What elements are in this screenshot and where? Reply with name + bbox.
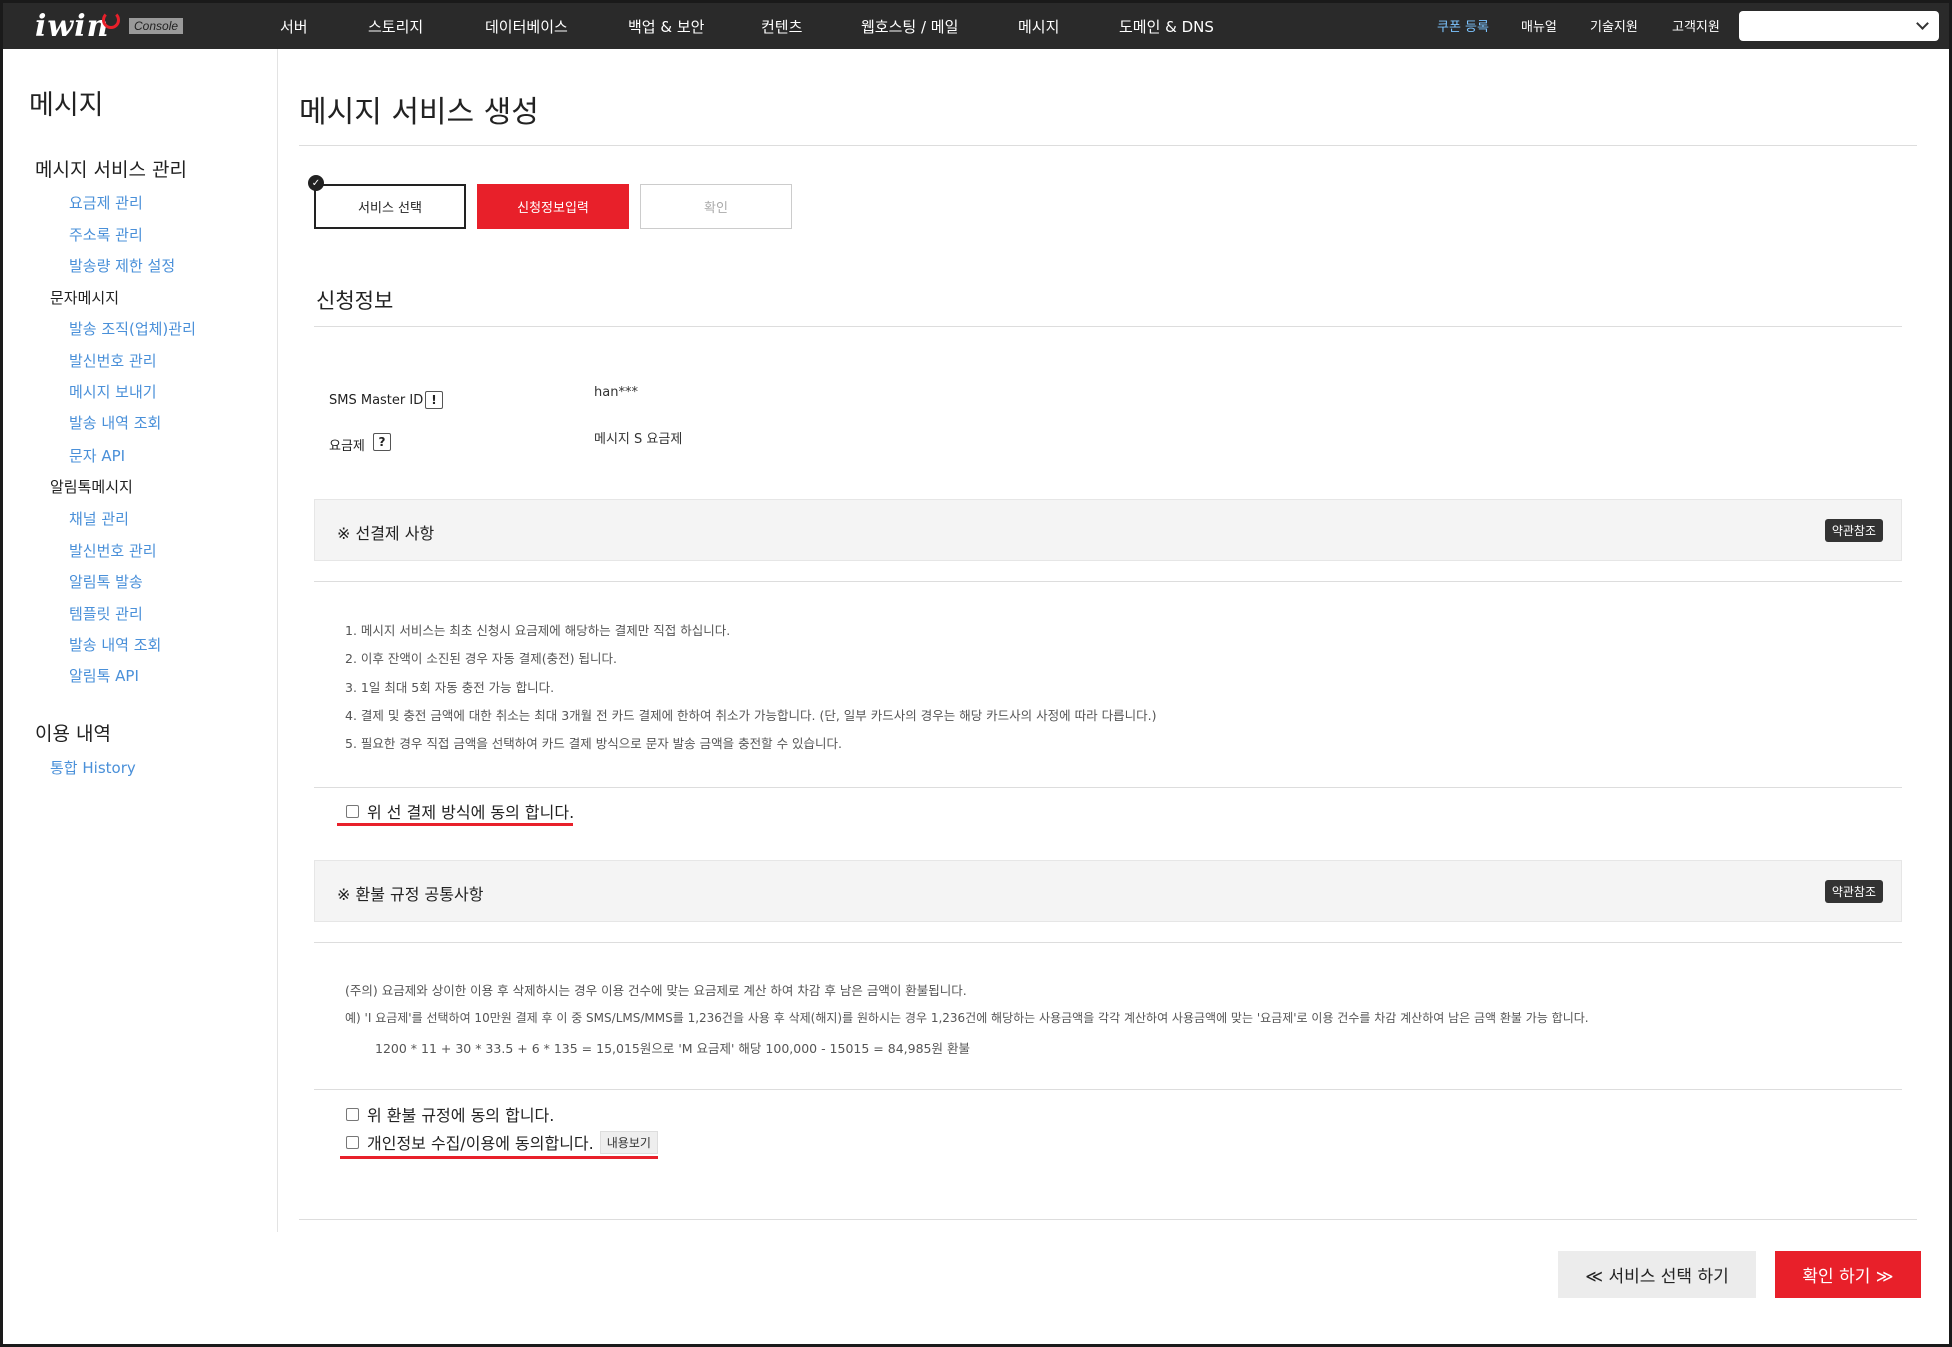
coupon-link[interactable]: 쿠폰 등록	[1437, 16, 1489, 35]
sidebar-item-send-limit[interactable]: 발송량 제한 설정	[69, 255, 175, 276]
sidebar-item-history[interactable]: 통합 History	[50, 757, 136, 778]
sms-master-id-value: han***	[594, 385, 638, 400]
tech-support-link[interactable]: 기술지원	[1590, 16, 1638, 35]
sidebar-sub-alimtalk: 알림톡메시지	[50, 478, 133, 496]
privacy-agree-label[interactable]: 개인정보 수집/이용에 동의합니다.	[367, 1130, 594, 1154]
menu-contents[interactable]: 컨텐츠	[761, 16, 802, 37]
refund-agree-checkbox[interactable]	[346, 1107, 359, 1121]
sidebar-item-sender-number[interactable]: 발신번호 관리	[69, 350, 157, 371]
sidebar-item-alimtalk-api[interactable]: 알림톡 API	[69, 665, 139, 686]
divider	[314, 581, 1902, 582]
refund-note-3: 1200 * 11 + 30 * 33.5 + 6 * 135 = 15,015…	[375, 1041, 970, 1056]
sidebar-group-usage[interactable]: 이용 내역	[35, 719, 111, 746]
refund-agree-label[interactable]: 위 환불 규정에 동의 합니다.	[367, 1102, 554, 1126]
chevron-down-icon	[1916, 17, 1929, 30]
sidebar-item-send-message[interactable]: 메시지 보내기	[69, 381, 157, 402]
logo-power-icon	[102, 11, 120, 29]
menu-database[interactable]: 데이터베이스	[485, 16, 568, 37]
page-title: 메시지 서비스 생성	[299, 95, 539, 130]
prepay-agree-checkbox[interactable]	[346, 804, 359, 818]
plan-value: 메시지 S 요금제	[594, 432, 683, 447]
prepay-note-4: 4. 결제 및 충전 금액에 대한 취소는 최대 3개월 전 카드 결제에 한하…	[345, 708, 1157, 723]
sidebar-sub-sms: 문자메시지	[50, 289, 120, 307]
divider	[314, 787, 1902, 788]
divider	[314, 326, 1902, 327]
back-to-service-select-button[interactable]: ≪ 서비스 선택 하기	[1558, 1251, 1756, 1298]
section-title: 신청정보	[316, 289, 394, 313]
refund-note-1: (주의) 요금제와 상이한 이용 후 삭제하시는 경우 이용 건수에 맞는 요금…	[345, 983, 967, 998]
account-select[interactable]	[1739, 11, 1939, 41]
info-icon[interactable]: !	[425, 391, 443, 409]
sidebar: 메시지 메시지 서비스 관리 요금제 관리 주소록 관리 발송량 제한 설정 문…	[3, 49, 278, 1232]
step-confirm[interactable]: 확인	[640, 184, 792, 229]
refund-header: ※ 환불 규정 공통사항 약관참조	[314, 860, 1902, 922]
help-icon[interactable]: ?	[373, 433, 391, 451]
refund-note-2: 예) 'I 요금제'를 선택하여 10만원 결제 후 이 중 SMS/LMS/M…	[345, 1011, 1589, 1025]
sidebar-title: 메시지	[29, 90, 104, 121]
top-navigation-bar: iwin Console 서버 스토리지 데이터베이스 백업 & 보안 컨텐츠 …	[3, 3, 1949, 49]
prepay-agree-row[interactable]: 위 선 결제 방식에 동의 합니다.	[346, 799, 574, 823]
highlight-underline	[337, 823, 573, 826]
iwin-logo[interactable]: iwin	[35, 9, 109, 44]
menu-domain-dns[interactable]: 도메인 & DNS	[1119, 16, 1214, 37]
divider	[299, 145, 1917, 146]
step-application-info[interactable]: 신청정보입력	[477, 184, 629, 229]
sidebar-group-message-service[interactable]: 메시지 서비스 관리	[35, 155, 187, 182]
sidebar-item-channel[interactable]: 채널 관리	[69, 508, 129, 529]
privacy-agree-checkbox[interactable]	[346, 1135, 359, 1149]
sms-master-id-label: SMS Master ID	[329, 393, 424, 408]
divider	[314, 1089, 1902, 1090]
menu-backup-security[interactable]: 백업 & 보안	[628, 16, 704, 37]
confirm-button[interactable]: 확인 하기 ≫	[1775, 1251, 1921, 1298]
prepay-title: ※ 선결제 사항	[337, 524, 435, 543]
prepay-note-5: 5. 필요한 경우 직접 금액을 선택하여 카드 결제 방식으로 문자 발송 금…	[345, 736, 843, 751]
sidebar-item-addressbook[interactable]: 주소록 관리	[69, 224, 143, 245]
sidebar-item-alimtalk-sender[interactable]: 발신번호 관리	[69, 540, 157, 561]
refund-terms-button[interactable]: 약관참조	[1824, 880, 1883, 903]
sidebar-item-alimtalk-history[interactable]: 발송 내역 조회	[69, 634, 161, 655]
prepay-agree-label[interactable]: 위 선 결제 방식에 동의 합니다.	[367, 799, 574, 823]
divider	[299, 1219, 1917, 1220]
menu-message[interactable]: 메시지	[1018, 16, 1059, 37]
console-badge: Console	[129, 18, 184, 34]
prepay-terms-button[interactable]: 약관참조	[1824, 519, 1883, 542]
privacy-agree-row[interactable]: 개인정보 수집/이용에 동의합니다. 내용보기	[346, 1130, 658, 1154]
refund-agree-row[interactable]: 위 환불 규정에 동의 합니다.	[346, 1102, 554, 1126]
sidebar-item-sms-api[interactable]: 문자 API	[69, 445, 125, 466]
sidebar-item-alimtalk-send[interactable]: 알림톡 발송	[69, 571, 143, 592]
prepay-header: ※ 선결제 사항 약관참조	[314, 499, 1902, 561]
customer-support-link[interactable]: 고객지원	[1672, 16, 1720, 35]
manual-link[interactable]: 매뉴얼	[1521, 16, 1557, 35]
prepay-note-2: 2. 이후 잔액이 소진된 경우 자동 결제(충전) 됩니다.	[345, 651, 617, 666]
menu-webhosting-mail[interactable]: 웹호스팅 / 메일	[861, 16, 958, 37]
highlight-underline	[340, 1156, 658, 1159]
check-icon: ✓	[308, 175, 324, 191]
sidebar-item-sender-org[interactable]: 발송 조직(업체)관리	[69, 318, 196, 339]
sidebar-item-template[interactable]: 템플릿 관리	[69, 603, 143, 624]
sidebar-item-plan[interactable]: 요금제 관리	[69, 192, 143, 213]
sidebar-item-send-history[interactable]: 발송 내역 조회	[69, 412, 161, 433]
prepay-note-3: 3. 1일 최대 5회 자동 충전 가능 합니다.	[345, 680, 555, 695]
menu-server[interactable]: 서버	[280, 16, 308, 37]
refund-title: ※ 환불 규정 공통사항	[337, 885, 484, 904]
prepay-note-1: 1. 메시지 서비스는 최초 신청시 요금제에 해당하는 결제만 직접 하십니다…	[345, 623, 731, 638]
plan-label: 요금제	[329, 439, 365, 454]
divider	[314, 942, 1902, 943]
view-content-button[interactable]: 내용보기	[599, 1130, 658, 1154]
app-frame: iwin Console 서버 스토리지 데이터베이스 백업 & 보안 컨텐츠 …	[3, 3, 1949, 1344]
step-service-select[interactable]: 서비스 선택	[314, 184, 466, 229]
menu-storage[interactable]: 스토리지	[368, 16, 423, 37]
